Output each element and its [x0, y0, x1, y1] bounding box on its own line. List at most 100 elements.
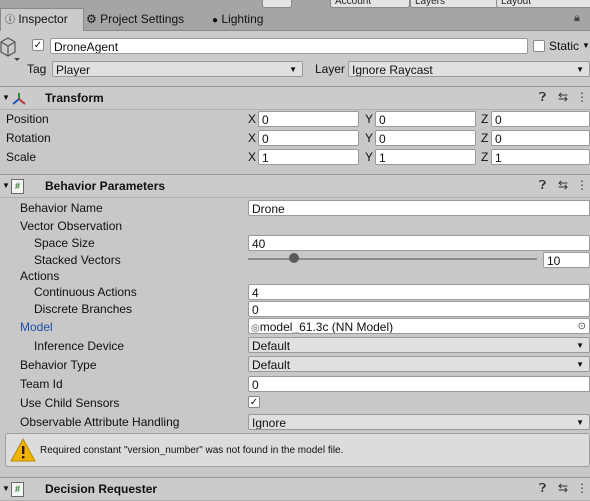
more-icon[interactable]: ⋮: [576, 86, 588, 108]
position-y-field[interactable]: 0: [375, 111, 476, 127]
observable-attribute-value: Ignore: [252, 416, 287, 430]
behavior-parameters-header[interactable]: ▼ # Behavior Parameters: [0, 174, 590, 198]
inference-device-label: Inference Device: [34, 339, 125, 353]
account-dropdown[interactable]: Account: [330, 0, 410, 8]
axis-z-label: Z: [481, 112, 489, 126]
help-icon[interactable]: ❓︎: [539, 174, 546, 196]
tag-value: Player: [56, 63, 91, 77]
position-label: Position: [6, 112, 49, 126]
foldout-arrow-icon[interactable]: ▼: [2, 87, 10, 109]
static-dropdown-arrow-icon[interactable]: ▼: [582, 41, 590, 50]
static-label: Static: [549, 39, 580, 53]
tag-dropdown[interactable]: Player ▼: [52, 61, 303, 77]
axis-z-label: Z: [481, 131, 489, 145]
object-name-field[interactable]: DroneAgent: [50, 38, 528, 54]
position-x-field[interactable]: 0: [258, 111, 359, 127]
gear-icon: ⚙: [86, 12, 97, 26]
continuous-actions-field[interactable]: 4: [248, 284, 590, 300]
help-icon[interactable]: ❓︎: [539, 477, 546, 499]
inference-device-dropdown[interactable]: Default ▼: [248, 337, 590, 353]
static-checkbox[interactable]: [533, 40, 545, 52]
preset-icon[interactable]: ⇆: [558, 86, 568, 108]
tab-project-settings[interactable]: ⚙ Project Settings: [82, 9, 190, 30]
continuous-actions-label: Continuous Actions: [34, 285, 137, 299]
rotation-x-field[interactable]: 0: [258, 130, 359, 146]
collab-button[interactable]: [262, 0, 292, 8]
tag-label: Tag: [27, 62, 47, 76]
chevron-down-icon: ▼: [576, 65, 584, 74]
actions-label: Actions: [20, 269, 60, 283]
transform-header[interactable]: ▼ Transform: [0, 86, 590, 110]
chevron-down-icon: ▼: [576, 341, 584, 350]
foldout-arrow-icon[interactable]: ▼: [2, 175, 10, 197]
chevron-down-icon: ▼: [576, 360, 584, 369]
behavior-parameters-title: Behavior Parameters: [45, 179, 166, 193]
foldout-arrow-icon[interactable]: ▼: [2, 478, 10, 500]
help-icon[interactable]: ❓︎: [539, 86, 546, 108]
tab-lighting[interactable]: ● Lighting: [208, 9, 269, 30]
preset-icon[interactable]: ⇆: [558, 174, 568, 196]
observable-attribute-label: Observable Attribute Handling: [20, 415, 180, 429]
stacked-vectors-slider-thumb[interactable]: [289, 253, 300, 263]
model-field[interactable]: ◎model_61.3c (NN Model) ⊙: [248, 318, 590, 334]
tab-inspector[interactable]: ⓘ Inspector: [0, 8, 84, 31]
axis-y-label: Y: [365, 131, 374, 145]
chevron-down-icon: ▼: [576, 418, 584, 427]
behavior-name-field[interactable]: Drone: [248, 200, 590, 216]
team-id-field[interactable]: 0: [248, 376, 590, 392]
space-size-field[interactable]: 40: [248, 235, 590, 251]
discrete-branches-label: Discrete Branches: [34, 302, 133, 316]
inference-device-value: Default: [252, 339, 291, 353]
discrete-branches-field[interactable]: 0: [248, 301, 590, 317]
warning-icon: [10, 437, 36, 463]
decision-requester-header[interactable]: ▼ # Decision Requester: [0, 477, 590, 501]
use-child-sensors-label: Use Child Sensors: [20, 396, 120, 410]
position-z-field[interactable]: 0: [491, 111, 590, 127]
axis-x-label: X: [248, 131, 257, 145]
tab-label: Project Settings: [100, 12, 185, 26]
model-label: Model: [20, 320, 53, 334]
rotation-z-field[interactable]: 0: [491, 130, 590, 146]
more-icon[interactable]: ⋮: [576, 477, 588, 499]
layer-value: Ignore Raycast: [352, 63, 433, 77]
stacked-vectors-field[interactable]: 10: [543, 252, 590, 268]
cube-icon[interactable]: [0, 36, 22, 64]
observable-attribute-dropdown[interactable]: Ignore ▼: [248, 414, 590, 430]
layout-dropdown[interactable]: Layout: [496, 0, 590, 8]
model-value: model_61.3c (NN Model): [259, 320, 394, 334]
behavior-type-dropdown[interactable]: Default ▼: [248, 356, 590, 372]
space-size-label: Space Size: [34, 236, 95, 250]
team-id-label: Team Id: [20, 377, 63, 391]
script-icon: #: [11, 179, 24, 194]
transform-icon: [12, 91, 26, 105]
axis-x-label: X: [248, 112, 257, 126]
stacked-vectors-label: Stacked Vectors: [34, 253, 121, 267]
rotation-label: Rotation: [6, 131, 51, 145]
light-bulb-icon: ●: [212, 15, 219, 26]
axis-x-label: X: [248, 150, 257, 164]
tab-label: Inspector: [18, 12, 68, 26]
layer-dropdown[interactable]: Ignore Raycast ▼: [348, 61, 590, 77]
scale-x-field[interactable]: 1: [258, 149, 359, 165]
transform-title: Transform: [45, 91, 104, 105]
layers-dropdown[interactable]: Layers: [410, 0, 500, 8]
decision-requester-title: Decision Requester: [45, 482, 158, 496]
use-child-sensors-checkbox[interactable]: ✓: [248, 396, 260, 408]
object-picker-icon[interactable]: ⊙: [578, 319, 586, 333]
behavior-type-label: Behavior Type: [20, 358, 97, 372]
axis-z-label: Z: [481, 150, 489, 164]
chevron-down-icon: ▼: [289, 65, 297, 74]
scale-z-field[interactable]: 1: [491, 149, 590, 165]
preset-icon[interactable]: ⇆: [558, 477, 568, 499]
lock-icon[interactable]: 🔒︎: [574, 12, 580, 25]
scale-label: Scale: [6, 150, 37, 164]
info-icon: ⓘ: [5, 15, 15, 26]
scale-y-field[interactable]: 1: [375, 149, 476, 165]
rotation-y-field[interactable]: 0: [375, 130, 476, 146]
more-icon[interactable]: ⋮: [576, 174, 588, 196]
axis-y-label: Y: [365, 112, 374, 126]
active-checkbox[interactable]: ✓: [32, 39, 44, 51]
warning-box: Required constant "version_number" was n…: [5, 433, 590, 467]
warning-text: Required constant "version_number" was n…: [40, 445, 344, 456]
behavior-type-value: Default: [252, 358, 291, 372]
